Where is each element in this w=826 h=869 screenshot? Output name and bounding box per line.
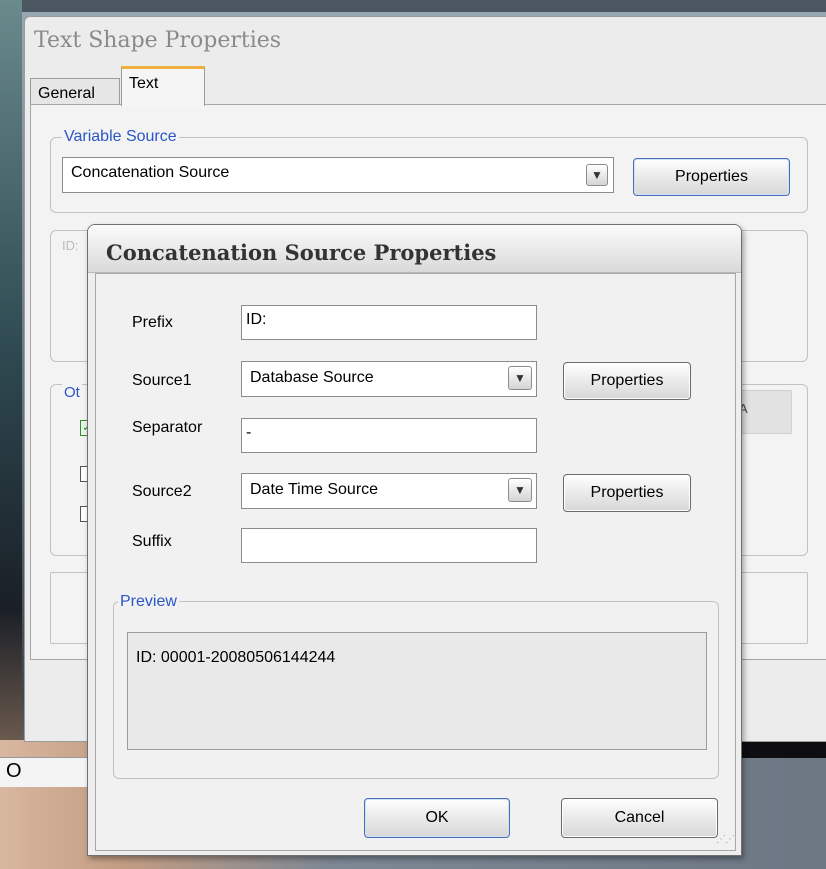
ok-button[interactable]: OK [364, 798, 510, 838]
source2-properties-button[interactable]: Properties [563, 474, 691, 512]
prefix-label: Prefix [132, 314, 173, 331]
chevron-down-icon[interactable]: ▼ [508, 478, 532, 502]
tab-general[interactable]: General [30, 78, 120, 104]
tab-text[interactable]: Text [121, 66, 205, 106]
separator-label: Separator [132, 419, 203, 436]
preview-legend: Preview [118, 593, 179, 611]
desktop-background [0, 0, 826, 12]
background-text-field[interactable]: O [0, 757, 90, 787]
suffix-label: Suffix [132, 533, 172, 550]
source2-select[interactable]: Date Time Source [241, 473, 537, 509]
source1-selected: Database Source [250, 369, 374, 386]
source1-properties-button[interactable]: Properties [563, 362, 691, 400]
desktop-left-strip [0, 0, 22, 869]
window-title: Text Shape Properties [34, 28, 282, 53]
other-options-legend: Ot [62, 384, 82, 401]
variable-source-select[interactable]: Concatenation Source [62, 157, 614, 193]
partial-control-right[interactable]: A [738, 390, 792, 434]
suffix-field[interactable] [241, 528, 537, 563]
separator-field[interactable]: - [241, 418, 537, 453]
prefix-field[interactable]: ID: [241, 305, 537, 340]
chevron-down-icon[interactable]: ▼ [586, 164, 608, 186]
source2-label: Source2 [132, 483, 192, 500]
source1-select[interactable]: Database Source [241, 361, 537, 397]
cancel-button[interactable]: Cancel [561, 798, 718, 838]
source1-label: Source1 [132, 372, 192, 389]
dialog-title: Concatenation Source Properties [106, 240, 497, 265]
preview-text-partial: ID: [62, 238, 79, 253]
variable-source-legend: Variable Source [62, 128, 179, 146]
resize-grip-icon[interactable]: ⋰⋰ [716, 834, 735, 845]
chevron-down-icon[interactable]: ▼ [508, 366, 532, 390]
preview-text: ID: 00001-20080506144244 [136, 649, 336, 666]
preview-area: ID: 00001-20080506144244 [127, 632, 707, 750]
variable-source-selected: Concatenation Source [71, 164, 230, 181]
variable-source-properties-button[interactable]: Properties [633, 158, 790, 196]
source2-selected: Date Time Source [250, 481, 379, 498]
